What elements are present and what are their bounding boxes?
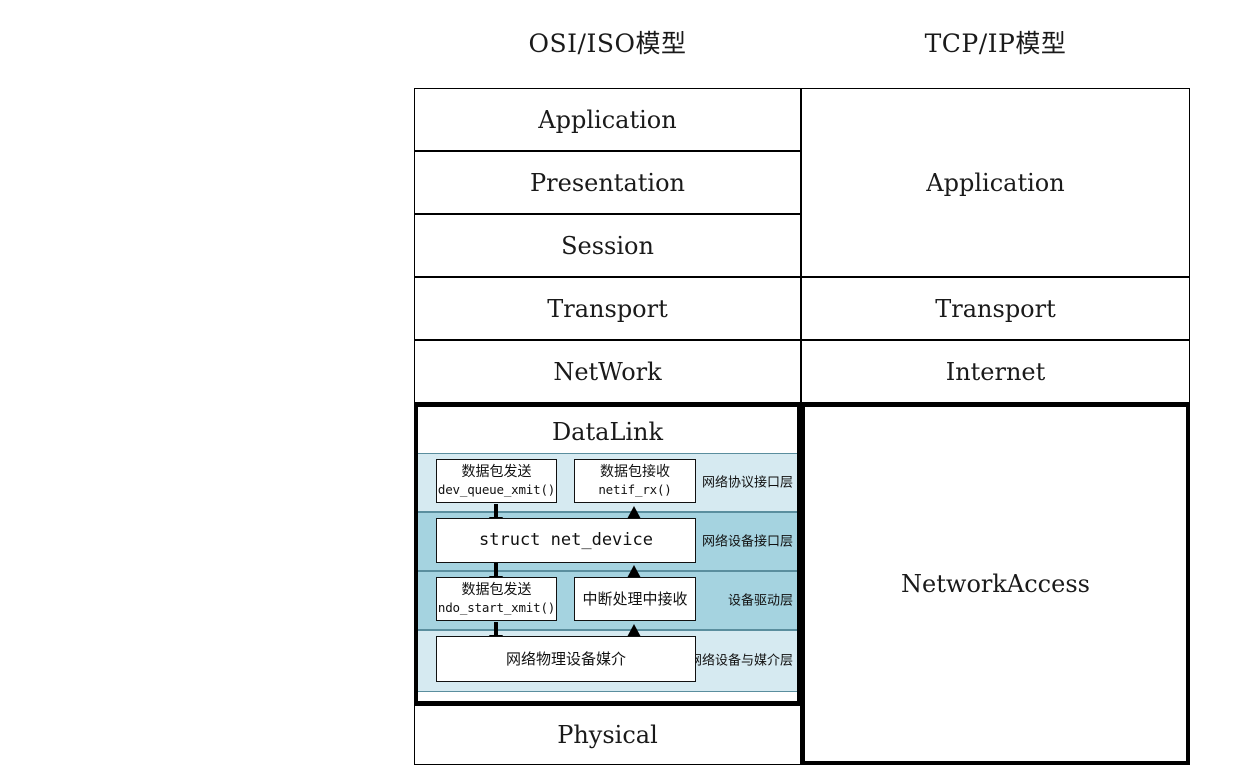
box-physical-media[interactable]: 网络物理设备媒介: [436, 636, 696, 682]
tcp-layer-label: Application: [926, 168, 1065, 197]
osi-layer-session: Session: [414, 214, 801, 277]
box-function: dev_queue_xmit(): [437, 481, 556, 497]
box-function: ndo_start_xmit(): [437, 599, 556, 615]
osi-layer-label: Application: [538, 105, 677, 134]
osi-layer-presentation: Presentation: [414, 151, 801, 214]
box-struct-net-device[interactable]: struct net_device: [436, 518, 696, 563]
box-packet-send-protocol[interactable]: 数据包发送 dev_queue_xmit(): [436, 459, 557, 503]
osi-layer-application: Application: [414, 88, 801, 151]
osi-layer-label: Session: [561, 231, 654, 260]
tcp-layer-label: Internet: [945, 357, 1046, 386]
box-title: 网络物理设备媒介: [505, 649, 626, 668]
osi-layer-network: NetWork: [414, 340, 801, 403]
detail-band-label: 网络设备与媒介层: [688, 653, 793, 669]
osi-column-title: OSI/ISO模型: [528, 29, 687, 58]
osi-layer-label: Presentation: [530, 168, 685, 197]
box-title: 中断处理中接收: [582, 589, 688, 608]
tcp-layer-network-access: NetworkAccess: [801, 403, 1190, 765]
tcp-layer-application: Application: [801, 88, 1190, 277]
box-packet-receive-protocol[interactable]: 数据包接收 netif_rx(): [574, 459, 696, 503]
tcpip-model-column: Application Transport Internet NetworkAc…: [801, 88, 1190, 765]
tcp-column-title: TCP/IP模型: [924, 29, 1067, 58]
tcp-layer-label: Transport: [935, 294, 1056, 323]
box-function: netif_rx(): [598, 481, 672, 497]
box-title: 数据包接收: [600, 464, 670, 481]
tcp-layer-internet: Internet: [801, 340, 1190, 403]
osi-model-column: Application Presentation Session Transpo…: [414, 88, 801, 765]
tcp-layer-transport: Transport: [801, 277, 1190, 340]
box-title: struct net_device: [479, 529, 653, 550]
osi-layer-label: Transport: [547, 294, 668, 323]
osi-layer-label: Physical: [557, 721, 658, 749]
osi-layer-transport: Transport: [414, 277, 801, 340]
box-interrupt-receive-driver[interactable]: 中断处理中接收: [574, 577, 696, 621]
osi-layer-label: NetWork: [553, 357, 662, 386]
box-packet-send-driver[interactable]: 数据包发送 ndo_start_xmit(): [436, 577, 557, 621]
detail-band-label: 设备驱动层: [727, 593, 793, 608]
box-title: 数据包发送: [461, 464, 532, 481]
tcp-layer-label: NetworkAccess: [901, 570, 1090, 598]
diagram-canvas: OSI/ISO模型 TCP/IP模型 Application Presentat…: [0, 0, 1238, 780]
detail-band-label: 网络设备接口层: [701, 534, 793, 549]
osi-layer-datalink: DataLink 网络协议接口层 网络设备接口层 设备驱动层 网络设备与媒介层: [414, 403, 801, 705]
osi-layer-physical: Physical: [414, 705, 801, 765]
detail-band-label: 网络协议接口层: [701, 475, 793, 490]
box-title: 数据包发送: [461, 582, 532, 599]
datalink-label: DataLink: [418, 407, 797, 457]
